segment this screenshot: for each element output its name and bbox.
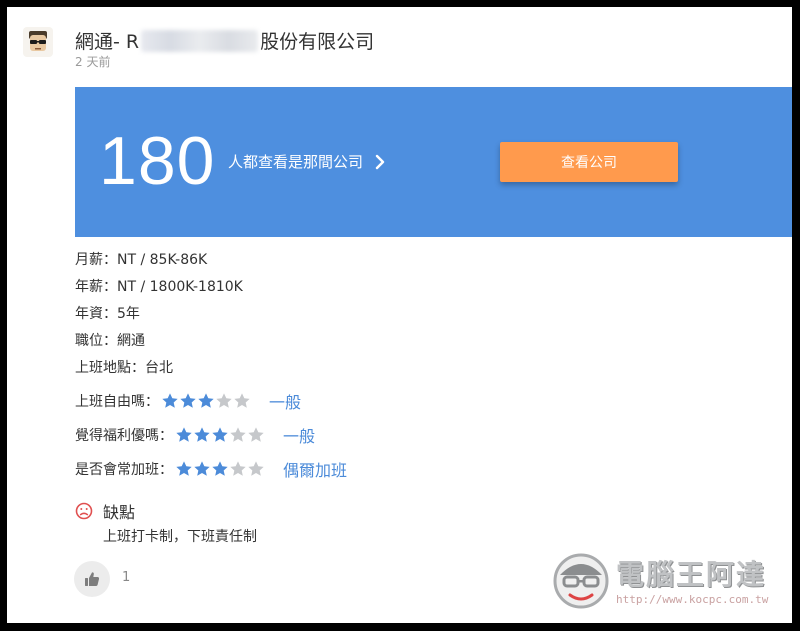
cons-heading: 缺點 [75,499,135,523]
detail-row: 年薪：NT / 1800K-1810K [75,279,243,295]
rating-label: 覺得福利優嗎： [75,428,173,444]
star-filled-icon [212,427,228,442]
cons-title: 缺點 [103,503,136,522]
rating-label: 上班自由嗎： [75,394,159,410]
banner-link[interactable]: 人都查看是那間公司 [228,151,385,172]
detail-row: 職位：網通 [75,333,145,349]
star-empty-icon [216,393,232,408]
rating-value[interactable]: 一般 [269,389,301,413]
star-empty-icon [230,461,246,476]
star-filled-icon [194,427,210,442]
watermark-mascot-icon [553,553,609,609]
viewer-count: 180 [99,123,216,199]
rating-value[interactable]: 一般 [283,423,315,447]
post-timestamp: 2 天前 [75,55,111,69]
watermark-text: 電腦王阿達 [616,558,767,591]
view-company-button[interactable]: 查看公司 [500,142,678,182]
rating-row: 上班自由嗎： 一般 [75,384,347,418]
star-rating [175,460,265,478]
chevron-right-icon [375,154,385,170]
title-suffix: 股份有限公司 [260,31,375,53]
watermark-url: http://www.kocpc.com.tw [616,593,769,606]
like-button[interactable] [74,561,110,597]
title-prefix: 網通- R [75,31,140,53]
rating-list: 上班自由嗎： 一般 覺得福利優嗎： 一般 是否會常加班： 偶爾加班 [75,384,347,486]
detail-row: 上班地點：台北 [75,360,173,376]
detail-row: 年資：5年 [75,306,140,322]
star-rating [161,392,251,410]
thumbs-up-icon [85,572,100,586]
star-filled-icon [212,461,228,476]
rating-value[interactable]: 偶爾加班 [283,457,347,481]
star-filled-icon [176,461,192,476]
review-card: 網通- R 股份有限公司 2 天前 180 人都查看是那間公司 查看公司 月薪：… [7,7,792,623]
cons-text: 上班打卡制，下班責任制 [103,529,257,545]
watermark: 電腦王阿達 http://www.kocpc.com.tw [550,543,790,613]
detail-row: 月薪：NT / 85K-86K [75,252,208,268]
sad-face-icon [75,502,93,520]
star-empty-icon [234,393,250,408]
star-empty-icon [230,427,246,442]
star-filled-icon [180,393,196,408]
avatar-sunglasses-icon [29,31,47,51]
rating-row: 覺得福利優嗎： 一般 [75,418,347,452]
star-empty-icon [248,461,264,476]
rating-label: 是否會常加班： [75,462,173,478]
star-empty-icon [248,427,264,442]
post-title[interactable]: 網通- R 股份有限公司 [75,27,374,54]
star-filled-icon [194,461,210,476]
banner-text: 人都查看是那間公司 [228,153,364,171]
redacted-company-name [141,29,259,52]
detail-list: 月薪：NT / 85K-86K 年薪：NT / 1800K-1810K 年資：5… [75,249,347,384]
like-count: 1 [122,570,131,585]
star-filled-icon [198,393,214,408]
star-filled-icon [162,393,178,408]
avatar[interactable] [23,27,53,57]
star-rating [175,426,265,444]
star-filled-icon [176,427,192,442]
reveal-banner: 180 人都查看是那間公司 查看公司 [75,87,792,237]
salary-details: 月薪：NT / 85K-86K 年薪：NT / 1800K-1810K 年資：5… [75,249,347,486]
rating-row: 是否會常加班： 偶爾加班 [75,452,347,486]
